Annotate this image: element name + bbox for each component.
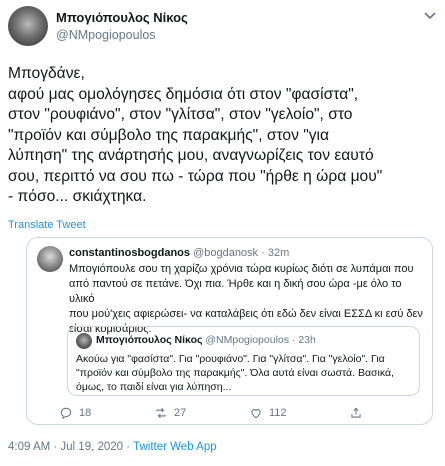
nested-author-name[interactable]: Μπογιόπουλος Νίκος — [96, 334, 202, 346]
reply-icon — [60, 407, 72, 420]
author-name[interactable]: Μπογιόπουλος Νίκος — [56, 10, 188, 25]
nested-time-ago[interactable]: 23h — [298, 334, 316, 346]
like-count: 112 — [269, 407, 287, 419]
nested-header-separator: · — [289, 334, 299, 346]
tweet-actions-bar: 18 27 112 — [59, 406, 419, 422]
share-icon — [351, 407, 361, 418]
quoted-author-name[interactable]: constantinosbogdanos — [69, 247, 190, 259]
timestamp-text[interactable]: 4:09 AM · Jul 19, 2020 · — [8, 441, 133, 453]
tweet-text: Μπογδάνε, αφού μας ομολόγησες δημόσια ότ… — [8, 65, 383, 205]
quoted-tweet-header: constantinosbogdanos @bogdanosk · 32m — [69, 247, 289, 259]
chevron-down-icon[interactable] — [424, 12, 436, 20]
share-button[interactable] — [349, 406, 363, 420]
tweet-timestamp: 4:09 AM · Jul 19, 2020 · Twitter Web App — [8, 441, 217, 453]
reply-button[interactable]: 18 — [59, 406, 91, 420]
header-separator: · — [258, 247, 268, 259]
retweet-icon — [156, 407, 166, 419]
nested-author-avatar[interactable] — [76, 333, 92, 349]
nested-author-handle[interactable]: @NMpogiopoulos — [205, 334, 289, 346]
like-icon — [251, 409, 261, 419]
retweet-count: 27 — [174, 407, 187, 419]
quoted-time-ago[interactable]: 32m — [268, 247, 289, 259]
quoted-author-handle[interactable]: @bogdanosk — [193, 247, 258, 259]
nested-quote-card[interactable]: Μπογιόπουλος Νίκος @NMpogiopoulos · 23h … — [67, 326, 420, 396]
author-avatar[interactable] — [8, 6, 48, 46]
like-button[interactable]: 112 — [249, 406, 287, 420]
nested-quote-header: Μπογιόπουλος Νίκος @NMpogiopoulos · 23h — [96, 334, 316, 346]
nested-quote-text: Ακούω για "φασίστα". Για "ρουφιάνο". Για… — [76, 353, 394, 393]
quoted-tweet-card[interactable]: constantinosbogdanos @bogdanosk · 32m Μπ… — [26, 237, 433, 425]
quoted-author-avatar[interactable] — [37, 246, 63, 272]
retweet-button[interactable]: 27 — [154, 406, 186, 420]
translate-tweet-link[interactable]: Translate Tweet — [8, 219, 86, 231]
source-app[interactable]: Twitter Web App — [133, 441, 217, 453]
author-handle[interactable]: @NMpogiopoulos — [56, 28, 156, 42]
reply-count: 18 — [79, 407, 92, 419]
